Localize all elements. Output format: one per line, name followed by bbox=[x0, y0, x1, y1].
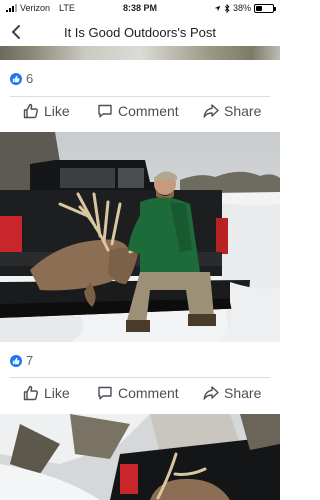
carrier-label: Verizon bbox=[20, 3, 51, 13]
comment-bubble-icon bbox=[98, 386, 112, 400]
location-arrow-icon bbox=[214, 5, 221, 11]
post-photo-next[interactable] bbox=[0, 414, 280, 500]
divider bbox=[10, 96, 270, 97]
status-left: Verizon LTE bbox=[6, 3, 75, 13]
reaction-count: 7 bbox=[26, 353, 34, 368]
share-button[interactable]: Share bbox=[203, 385, 261, 401]
post-actions: Like Comment Share bbox=[0, 380, 280, 408]
comment-button[interactable]: Comment bbox=[97, 103, 179, 119]
reaction-summary[interactable]: 7 bbox=[10, 353, 33, 368]
post-photo-previous[interactable] bbox=[0, 46, 280, 60]
battery-icon bbox=[254, 3, 276, 13]
comment-label: Comment bbox=[118, 385, 179, 401]
comment-button[interactable]: Comment bbox=[97, 385, 179, 401]
share-arrow-icon bbox=[203, 104, 219, 118]
back-button[interactable] bbox=[6, 22, 26, 42]
battery-fill bbox=[256, 5, 263, 11]
like-button[interactable]: Like bbox=[23, 103, 70, 119]
like-label: Like bbox=[44, 103, 70, 119]
status-right: 38% bbox=[214, 3, 276, 13]
comment-label: Comment bbox=[118, 103, 179, 119]
photo-scene bbox=[0, 132, 280, 342]
share-button[interactable]: Share bbox=[203, 103, 261, 119]
share-label: Share bbox=[224, 103, 262, 119]
battery-percent: 38% bbox=[232, 3, 251, 13]
signal-strength-icon bbox=[6, 4, 17, 12]
back-chevron-icon bbox=[11, 25, 20, 39]
network-label: LTE bbox=[59, 3, 75, 13]
bluetooth-icon bbox=[224, 3, 230, 13]
comment-bubble-icon bbox=[98, 104, 112, 118]
like-label: Like bbox=[44, 385, 70, 401]
like-button[interactable]: Like bbox=[23, 385, 70, 401]
photo-scene bbox=[0, 414, 280, 500]
like-reaction-icon bbox=[10, 72, 22, 85]
nav-bar: It Is Good Outdoors's Post bbox=[0, 18, 280, 46]
divider bbox=[10, 377, 270, 378]
reaction-summary[interactable]: 6 bbox=[10, 71, 33, 86]
status-bar: Verizon LTE 8:38 PM 38% bbox=[0, 0, 280, 16]
like-thumb-icon bbox=[23, 385, 38, 401]
page-title: It Is Good Outdoors's Post bbox=[63, 24, 217, 40]
reaction-count: 6 bbox=[26, 71, 34, 86]
post-photo-deer-hunter[interactable] bbox=[0, 132, 280, 342]
share-arrow-icon bbox=[203, 386, 219, 400]
like-reaction-icon bbox=[10, 354, 22, 367]
post-actions: Like Comment Share bbox=[0, 98, 280, 126]
share-label: Share bbox=[224, 385, 262, 401]
like-thumb-icon bbox=[23, 103, 38, 119]
